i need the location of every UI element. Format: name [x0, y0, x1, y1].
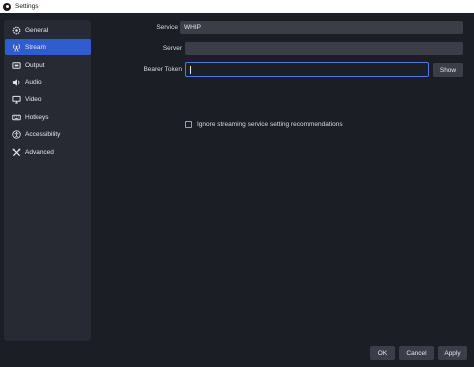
- service-label: Service: [156, 24, 178, 31]
- sidebar-item-label: Advanced: [25, 148, 54, 156]
- sidebar-item-label: Video: [25, 95, 42, 103]
- service-value: WHIP: [184, 24, 201, 31]
- antenna-icon: [11, 42, 21, 52]
- sidebar-item-label: Output: [25, 61, 45, 69]
- sidebar-item-output[interactable]: Output: [5, 57, 91, 73]
- accessibility-icon: [11, 129, 21, 139]
- ignore-recommendations-label: Ignore streaming service setting recomme…: [197, 121, 343, 128]
- text-caret: [190, 66, 191, 74]
- sidebar-item-stream[interactable]: Stream: [5, 39, 91, 55]
- output-icon: [11, 60, 21, 70]
- gear-icon: [11, 25, 21, 35]
- title-bar: Settings: [0, 0, 474, 13]
- ignore-recommendations-checkbox[interactable]: [185, 121, 192, 128]
- window-title: Settings: [15, 3, 39, 10]
- sidebar-item-advanced[interactable]: Advanced: [5, 144, 91, 160]
- bearer-token-label: Bearer Token: [143, 66, 182, 73]
- apply-button[interactable]: Apply: [438, 346, 467, 360]
- speaker-icon: [11, 77, 21, 87]
- sidebar-item-label: Stream: [25, 43, 46, 51]
- sidebar-item-accessibility[interactable]: Accessibility: [5, 126, 91, 142]
- sidebar-item-video[interactable]: Video: [5, 91, 91, 107]
- ok-button[interactable]: OK: [370, 346, 395, 360]
- service-select[interactable]: WHIP: [180, 21, 463, 34]
- obs-logo-icon: [3, 2, 11, 11]
- sidebar-item-general[interactable]: General: [5, 22, 91, 38]
- keyboard-icon: [11, 112, 21, 122]
- sidebar-item-label: Audio: [25, 78, 42, 86]
- server-field[interactable]: [185, 42, 463, 55]
- server-label: Server: [162, 45, 182, 52]
- bearer-token-field[interactable]: [185, 62, 429, 77]
- sidebar-item-label: Accessibility: [25, 130, 61, 138]
- sidebar-item-label: Hotkeys: [25, 113, 49, 121]
- sidebar-item-hotkeys[interactable]: Hotkeys: [5, 109, 91, 125]
- sidebar-item-label: General: [25, 26, 49, 34]
- sidebar-item-audio[interactable]: Audio: [5, 74, 91, 90]
- tools-icon: [11, 147, 21, 157]
- monitor-icon: [11, 94, 21, 104]
- settings-sidebar: General Stream Output Audio Video Hotkey…: [4, 20, 91, 341]
- cancel-button[interactable]: Cancel: [399, 346, 434, 360]
- show-token-button[interactable]: Show: [433, 63, 463, 77]
